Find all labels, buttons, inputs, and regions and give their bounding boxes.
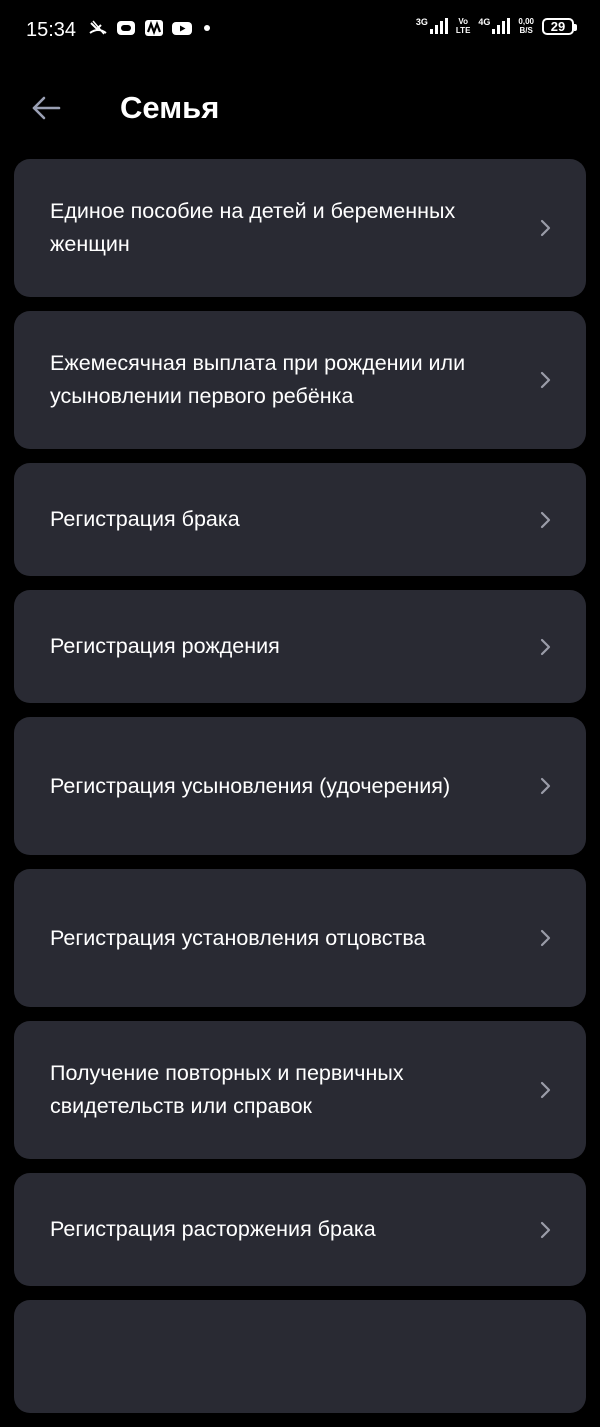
list-item-certificates[interactable]: Получение повторных и первичных свидетел… (14, 1021, 586, 1159)
media-app-icon (145, 20, 163, 36)
list-item-label: Получение повторных и первичных свидетел… (50, 1061, 404, 1118)
status-left-icons (88, 19, 210, 37)
chevron-right-icon (540, 929, 551, 947)
chevron-right-icon (540, 638, 551, 655)
list-item-birth-registration[interactable]: Регистрация рождения (14, 590, 586, 703)
chevron-right-icon (540, 777, 551, 795)
list-item-divorce-registration[interactable]: Регистрация расторжения брака (14, 1173, 586, 1286)
status-bar: 15:34 3G Vo LTE 4G 0,00 B/S 29 (0, 0, 600, 62)
missed-call-icon (89, 20, 107, 35)
network-3g-indicator: 3G (416, 18, 448, 34)
status-right-icons: 3G Vo LTE 4G 0,00 B/S 29 (416, 17, 577, 35)
network-4g-indicator: 4G (478, 18, 511, 34)
list-item-label: Регистрация установления отцовства (50, 925, 426, 950)
signal-bars-icon (492, 18, 511, 34)
list-item-unified-allowance[interactable]: Единое пособие на детей и беременных жен… (14, 159, 586, 297)
volte-indicator: Vo LTE (455, 17, 471, 35)
page-title: Семья (120, 90, 220, 125)
chevron-right-icon (540, 1221, 551, 1238)
status-time: 15:34 (26, 19, 77, 41)
list-item-label: Единое пособие на детей и беременных жен… (50, 199, 456, 256)
signal-bars-icon (429, 18, 448, 34)
network-speed: 0,00 B/S (518, 17, 534, 35)
list-item-adoption-registration[interactable]: Регистрация усыновления (удочерения) (14, 717, 586, 855)
list-item-label: Регистрация расторжения брака (50, 1217, 376, 1241)
chevron-right-icon (540, 219, 551, 237)
list-item-monthly-payment[interactable]: Ежемесячная выплата при рождении или усы… (14, 311, 586, 449)
back-button[interactable] (26, 88, 66, 128)
list-item-label: Ежемесячная выплата при рождении или усы… (50, 351, 466, 408)
list-item-marriage-registration[interactable]: Регистрация брака (14, 463, 586, 576)
list-item-label: Регистрация усыновления (удочерения) (50, 773, 451, 798)
chevron-right-icon (540, 371, 551, 389)
dot-icon (204, 25, 210, 31)
chevron-right-icon (540, 511, 551, 528)
chevron-right-icon (540, 1081, 551, 1099)
list-item-paternity-registration[interactable]: Регистрация установления отцовства (14, 869, 586, 1007)
notification-app-icon (117, 21, 135, 35)
list-item-label: Регистрация брака (50, 507, 240, 531)
list-item-label: Регистрация рождения (50, 634, 280, 658)
list-item-partial[interactable] (14, 1300, 586, 1413)
youtube-icon (172, 22, 192, 35)
header: Семья (0, 62, 600, 152)
services-list: Единое пособие на детей и беременных жен… (14, 159, 586, 1427)
arrow-left-icon (32, 96, 61, 120)
battery-icon: 29 (542, 17, 577, 35)
